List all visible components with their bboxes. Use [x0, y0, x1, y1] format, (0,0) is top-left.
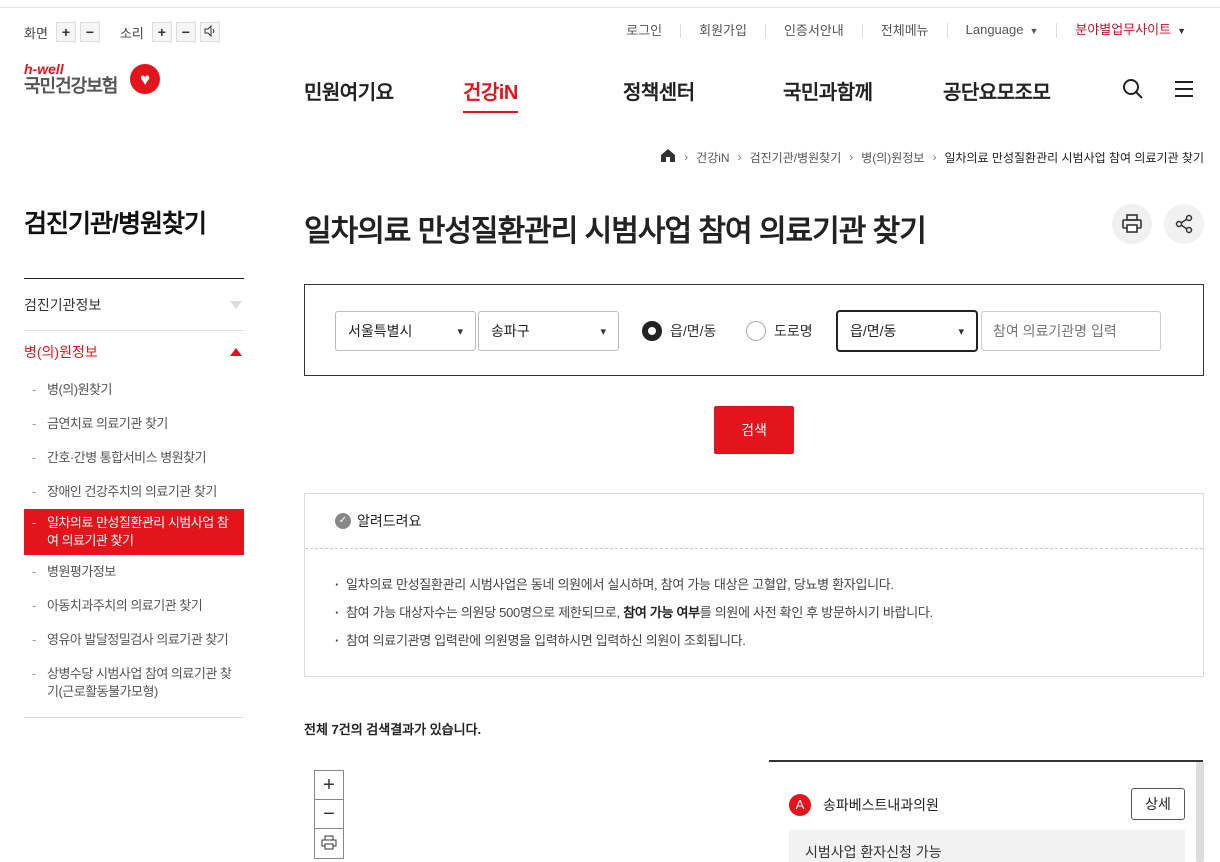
sidebar-item-hospital-search[interactable]: 병(의)원찾기 [24, 373, 244, 407]
triangle-up-icon [230, 348, 242, 356]
chevron-down-icon: ▾ [958, 325, 964, 338]
notice-title: 알려드려요 [357, 513, 422, 529]
chevron-right-icon: › [932, 150, 937, 164]
notice-box: ✓ 알려드려요 일차의료 만성질환관리 시범사업은 동네 의원에서 실시하며, … [304, 493, 1204, 677]
breadcrumb-item[interactable]: 건강iN [696, 149, 729, 166]
map-controls: + − [314, 770, 344, 859]
caret-down-icon: ▼ [1177, 26, 1186, 36]
notice-item: 일차의료 만성질환관리 시범사업은 동네 의원에서 실시하며, 참여 가능 대상… [335, 571, 1203, 599]
sido-select[interactable]: 서울특별시 ▾ [335, 311, 476, 351]
sidebar-group-hospital[interactable]: 병(의)원정보 [24, 331, 244, 373]
sidebar-item-sickness-allowance[interactable]: 상병수당 시범사업 참여 의료기관 찾기(근로활동불가모형) [24, 657, 244, 709]
sidebar-item-infant-development[interactable]: 영유아 발달정밀검사 의료기관 찾기 [24, 623, 244, 657]
sound-up-button[interactable]: + [151, 22, 172, 42]
screen-label: 화면 [24, 25, 48, 41]
sidebar-item-hospital-evaluation[interactable]: 병원평가정보 [24, 555, 244, 589]
sigungu-select[interactable]: 송파구 ▾ [478, 311, 619, 351]
radio-unselected-icon [746, 321, 766, 341]
notice-item: 참여 가능 대상자수는 의원당 500명으로 제한되므로, 참여 가능 여부를 … [335, 599, 1203, 627]
sidebar-group-checkup[interactable]: 검진기관정보 [24, 279, 244, 331]
certificate-guide-link[interactable]: 인증서안내 [764, 23, 862, 38]
chevron-down-icon: ▾ [600, 325, 606, 338]
chevron-down-icon: ▾ [457, 325, 463, 338]
chevron-right-icon: › [849, 150, 854, 164]
sidebar-item-disability-doctor[interactable]: 장애인 건강주치의 의료기관 찾기 [24, 475, 244, 509]
gnb-item-health-in[interactable]: 건강iN [463, 76, 518, 113]
notice-list: 일차의료 만성질환관리 시범사업은 동네 의원에서 실시하며, 참여 가능 대상… [305, 549, 1203, 655]
triangle-down-icon [230, 300, 242, 309]
result-count: 전체 7건의 검색결과가 있습니다. [304, 722, 482, 737]
map-zoom-in-button[interactable]: + [315, 771, 343, 800]
sidebar-divider [24, 717, 244, 718]
gnb-item-about[interactable]: 공단요모조모 [943, 76, 1051, 105]
breadcrumb-item[interactable]: 검진기관/병원찾기 [750, 149, 842, 166]
sound-down-button[interactable]: − [175, 22, 196, 42]
search-panel: 서울특별시 ▾ 송파구 ▾ 읍/면/동 도로명 읍/면/동 ▾ [304, 284, 1204, 376]
hamburger-menu-icon[interactable] [1174, 80, 1194, 103]
radio-road[interactable]: 도로명 [746, 321, 813, 341]
institution-name-input[interactable] [981, 311, 1161, 351]
gnb-item-together[interactable]: 국민과함께 [783, 76, 873, 105]
font-sound-controls: 화면 + − 소리 + − [24, 22, 224, 42]
map-print-icon[interactable] [315, 829, 343, 858]
print-icon[interactable] [1112, 204, 1152, 244]
radio-selected-icon [642, 321, 662, 341]
search-button[interactable]: 검색 [714, 406, 794, 454]
sidebar-item-primary-care[interactable]: 일차의료 만성질환관리 시범사업 참여 의료기관 찾기 [24, 509, 244, 555]
top-divider [0, 7, 1220, 8]
radio-emd[interactable]: 읍/면/동 [642, 321, 716, 341]
result-list: A 송파베스트내과의원 상세 시범사업 환자신청 가능 [769, 760, 1203, 862]
result-item-status: 시범사업 환자신청 가능 [789, 830, 1185, 862]
screen-zoom-out-button[interactable]: − [79, 22, 100, 42]
result-item-header: A 송파베스트내과의원 [789, 794, 939, 816]
main-navigation: 민원여기요 건강iN 정책센터 국민과함께 공단요모조모 [0, 76, 1220, 113]
screen-zoom-in-button[interactable]: + [55, 22, 76, 42]
breadcrumb-current: 일차의료 만성질환관리 시범사업 참여 의료기관 찾기 [944, 150, 1204, 165]
result-item-name[interactable]: 송파베스트내과의원 [823, 795, 939, 815]
speaker-icon[interactable] [199, 22, 220, 42]
sidebar-item-smoking-cessation[interactable]: 금연치료 의료기관 찾기 [24, 407, 244, 441]
chevron-right-icon: › [737, 150, 742, 164]
home-icon[interactable] [660, 148, 676, 166]
signup-link[interactable]: 회원가입 [680, 23, 765, 38]
detail-button[interactable]: 상세 [1131, 788, 1185, 820]
breadcrumb: › 건강iN › 검진기관/병원찾기 › 병(의)원정보 › 일차의료 만성질환… [660, 148, 1204, 166]
page-title: 일차의료 만성질환관리 시범사업 참여 의료기관 찾기 [304, 215, 927, 248]
utility-links: 로그인 회원가입 인증서안내 전체메뉴 Language ▼ 분야별업무사이트 ▼ [608, 23, 1204, 38]
login-link[interactable]: 로그인 [608, 23, 680, 38]
all-menu-link[interactable]: 전체메뉴 [861, 23, 947, 38]
marker-badge: A [789, 794, 811, 816]
dong-select[interactable]: 읍/면/동 ▾ [837, 311, 977, 351]
sound-label: 소리 [119, 25, 144, 41]
notice-item: 참여 의료기관명 입력란에 의원명을 입력하시면 입력하신 의원이 조회됩니다. [335, 627, 1203, 655]
caret-down-icon: ▼ [1029, 26, 1039, 36]
chevron-right-icon: › [684, 150, 689, 164]
sidebar-item-nursing-service[interactable]: 간호·간병 통합서비스 병원찾기 [24, 441, 244, 475]
sidebar-menu: 검진기관정보 병(의)원정보 병(의)원찾기 금연치료 의료기관 찾기 간호·간… [24, 278, 244, 718]
list-scrollbar[interactable] [1196, 762, 1204, 862]
sidebar-item-child-dental[interactable]: 아동치과주치의 의료기관 찾기 [24, 589, 244, 623]
gnb-item-policy[interactable]: 정책센터 [623, 76, 695, 105]
breadcrumb-item[interactable]: 병(의)원정보 [861, 149, 924, 166]
gnb-item-civil[interactable]: 민원여기요 [304, 76, 394, 105]
share-icon[interactable] [1164, 204, 1204, 244]
logo-hwell-text: h-well [24, 61, 64, 77]
check-circle-icon: ✓ [335, 513, 351, 529]
map-zoom-out-button[interactable]: − [315, 800, 343, 829]
language-select[interactable]: Language ▼ [946, 23, 1057, 38]
sidebar-title: 검진기관/병원찾기 [24, 210, 207, 238]
search-icon[interactable] [1122, 78, 1144, 105]
business-site-select[interactable]: 분야별업무사이트 ▼ [1056, 23, 1204, 38]
notice-header: ✓ 알려드려요 [305, 494, 1203, 549]
